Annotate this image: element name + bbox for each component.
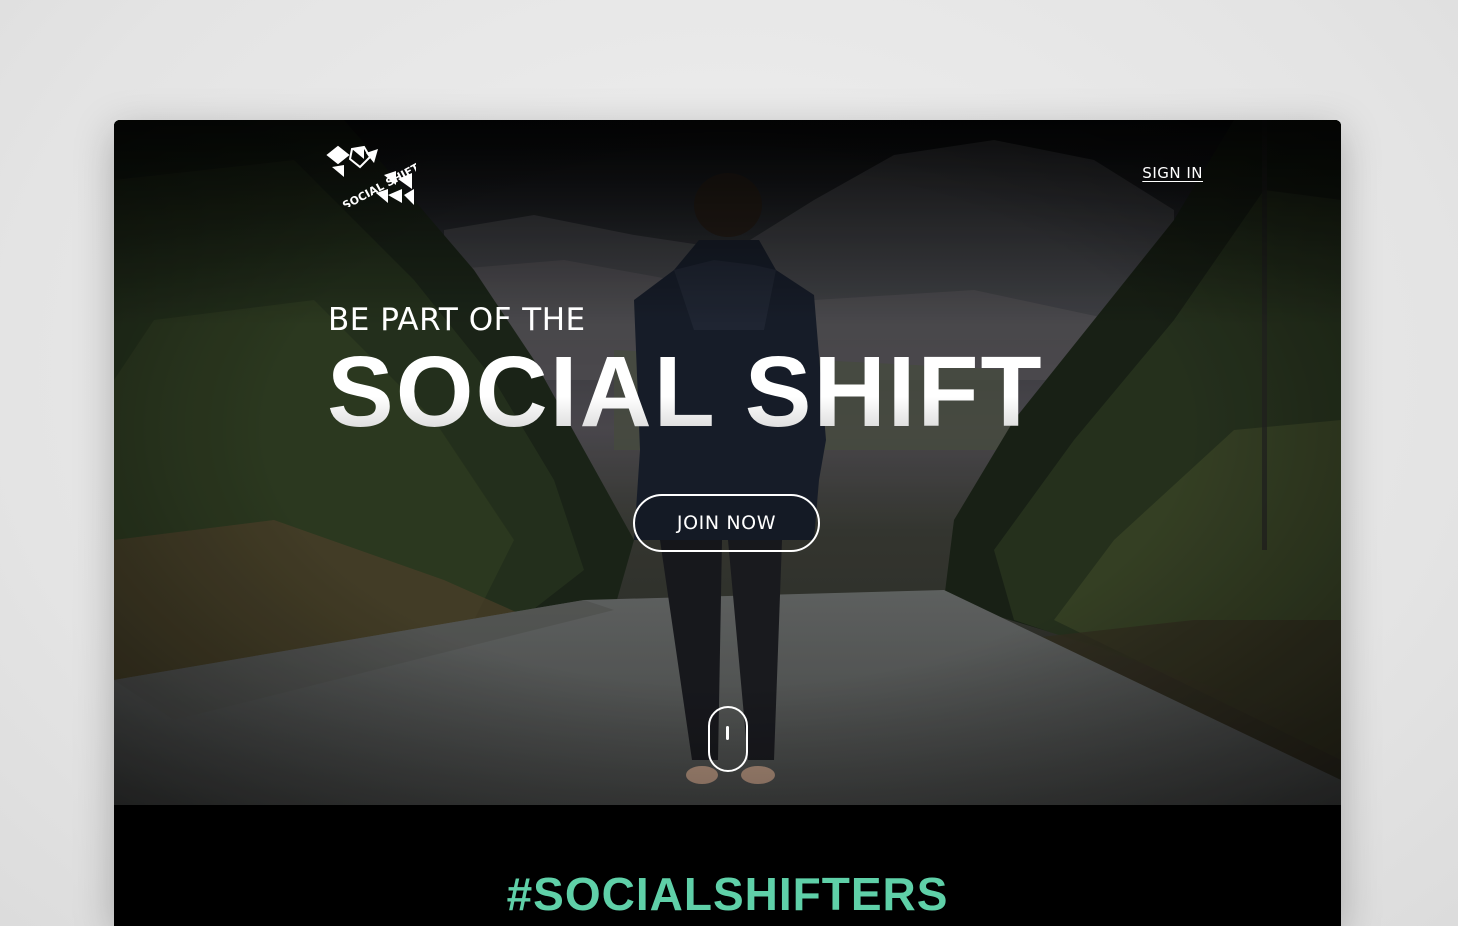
scroll-wheel-mark xyxy=(726,726,729,740)
hero-background-image xyxy=(114,120,1341,805)
social-shifters-logo[interactable]: SOCIAL SHIFTERS xyxy=(326,145,416,207)
hero-section: SOCIAL SHIFTERS SIGN IN BE PART OF THE S… xyxy=(114,120,1341,805)
hero-eyebrow: BE PART OF THE xyxy=(328,302,586,338)
hashtag-section: #SOCIALSHIFTERS xyxy=(114,805,1341,926)
sign-in-link[interactable]: SIGN IN xyxy=(1142,164,1203,182)
website-window: SOCIAL SHIFTERS SIGN IN BE PART OF THE S… xyxy=(114,120,1341,926)
backdrop: SOCIAL SHIFTERS SIGN IN BE PART OF THE S… xyxy=(0,0,1458,926)
join-now-button[interactable]: JOIN NOW xyxy=(633,494,820,552)
mouse-scroll-icon[interactable] xyxy=(708,706,748,772)
hashtag-heading: #SOCIALSHIFTERS xyxy=(506,868,949,920)
logo-text: SOCIAL SHIFTERS xyxy=(340,150,416,207)
hero-headline: SOCIAL SHIFT xyxy=(327,336,1044,448)
